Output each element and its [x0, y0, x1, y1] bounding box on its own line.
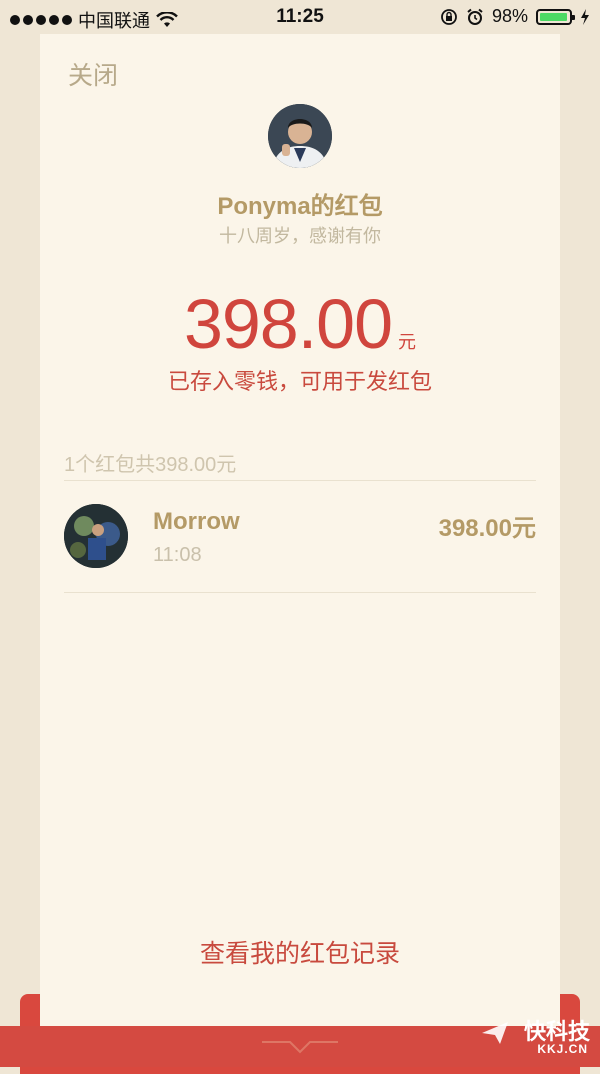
charging-icon: [581, 8, 589, 25]
sender-avatar[interactable]: [268, 104, 332, 168]
amount-unit: 元: [398, 332, 417, 352]
status-bar: 中国联通 11:25 98%: [0, 0, 600, 34]
envelope-seal-icon: [262, 1041, 338, 1054]
status-right: 98%: [440, 6, 590, 27]
watermark-logo-icon: [482, 1022, 508, 1044]
receiver-avatar[interactable]: [64, 504, 128, 568]
watermark: 快科技 KKJ.CN: [480, 1014, 590, 1060]
receiver-name: Morrow: [153, 508, 240, 535]
divider: [64, 480, 536, 481]
received-amount: 398.00: [183, 285, 393, 363]
deposit-note[interactable]: 已存入零钱，可用于发红包: [40, 364, 560, 396]
divider: [64, 592, 536, 593]
close-button[interactable]: 关闭: [68, 56, 118, 92]
alarm-icon: [467, 8, 483, 25]
packet-summary: 1个红包共398.00元: [64, 454, 237, 476]
avatar-photo-icon: [64, 504, 128, 568]
amount-row: 398.00 元: [40, 284, 560, 364]
avatar-person-icon: [268, 104, 332, 168]
sender-title: Ponyma的红包: [217, 193, 383, 220]
battery-icon: [536, 8, 575, 25]
greeting-text: 十八周岁，感谢有你: [219, 226, 381, 246]
receiver-time: 11:08: [153, 544, 202, 566]
receiver-amount: 398.00元: [438, 515, 536, 542]
view-records-link[interactable]: 查看我的红包记录: [40, 934, 560, 970]
watermark-subtext: KKJ.CN: [537, 1042, 588, 1056]
red-packet-detail-card: 关闭 Ponyma的红包 十八周岁，感谢有你 398.00 元 已存入零钱，可用于…: [40, 34, 560, 1026]
orientation-lock-icon: [441, 8, 457, 25]
battery-percent: 98%: [491, 6, 528, 26]
battery-fill: [540, 12, 568, 21]
